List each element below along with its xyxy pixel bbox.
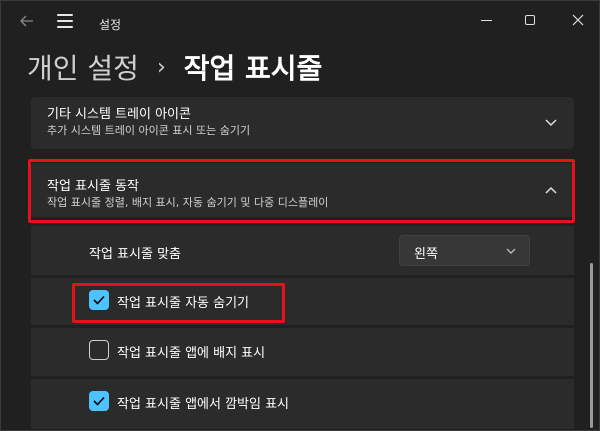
menu-line [57, 26, 73, 28]
chevron-down-icon [505, 245, 517, 257]
auto-hide-label[interactable]: 작업 표시줄 자동 숨기기 [117, 292, 249, 311]
section-title: 기타 시스템 트레이 아이콘 [47, 107, 191, 122]
navigation-menu-button[interactable] [57, 12, 77, 30]
breadcrumb-parent-link[interactable]: 개인 설정 [27, 47, 139, 87]
maximize-button[interactable] [515, 9, 545, 31]
close-button[interactable] [563, 9, 593, 31]
close-icon [572, 14, 584, 26]
show-flashing-row: 작업 표시줄 앱에서 깜박임 표시 [31, 379, 574, 429]
section-description: 추가 시스템 트레이 아이콘 표시 또는 숨기기 [47, 124, 251, 137]
menu-line [57, 20, 73, 22]
chevron-up-icon[interactable] [544, 183, 558, 197]
show-badges-row: 작업 표시줄 앱에 배지 표시 [31, 328, 574, 376]
chevron-down-icon[interactable] [544, 116, 558, 130]
minimize-icon [480, 19, 492, 21]
alignment-selected-value: 왼쪽 [414, 247, 438, 262]
show-badges-label[interactable]: 작업 표시줄 앱에 배지 표시 [117, 342, 265, 361]
breadcrumb-separator: › [156, 54, 166, 80]
page-title: 작업 표시줄 [183, 52, 323, 85]
title-bar: 설정 [1, 1, 600, 39]
settings-window: 설정 개인 설정 › 작업 표시줄 기타 시스템 트레이 아이콘 추가 시스템 … [0, 0, 600, 431]
auto-hide-row: 작업 표시줄 자동 숨기기 [31, 278, 574, 325]
alignment-dropdown[interactable]: 왼쪽 [399, 235, 530, 266]
section-description: 작업 표시줄 정렬, 배지 표시, 자동 숨기기 및 다중 디스플레이 [47, 196, 329, 209]
section-title: 작업 표시줄 동작 [47, 179, 139, 194]
checkmark-icon [93, 396, 105, 406]
alignment-label: 작업 표시줄 맞춤 [89, 247, 181, 262]
show-flashing-checkbox[interactable] [89, 391, 109, 411]
show-flashing-label[interactable]: 작업 표시줄 앱에서 깜박임 표시 [117, 393, 289, 412]
maximize-icon [525, 15, 535, 25]
show-badges-checkbox[interactable] [89, 340, 109, 360]
taskbar-alignment-row: 작업 표시줄 맞춤 왼쪽 [31, 226, 574, 275]
minimize-button[interactable] [471, 9, 501, 31]
back-arrow-icon [20, 15, 33, 27]
section-taskbar-behavior[interactable]: 작업 표시줄 동작 작업 표시줄 정렬, 배지 표시, 자동 숨기기 및 다중 … [31, 163, 574, 217]
section-tray-icons[interactable]: 기타 시스템 트레이 아이콘 추가 시스템 트레이 아이콘 표시 또는 숨기기 [31, 97, 574, 149]
back-button[interactable] [15, 12, 39, 30]
checkmark-icon [93, 295, 105, 305]
auto-hide-checkbox[interactable] [89, 290, 109, 310]
menu-line [57, 14, 73, 16]
breadcrumb: 개인 설정 › 작업 표시줄 [27, 47, 322, 87]
scrollbar-thumb[interactable] [590, 263, 593, 428]
app-title: 설정 [99, 18, 122, 32]
